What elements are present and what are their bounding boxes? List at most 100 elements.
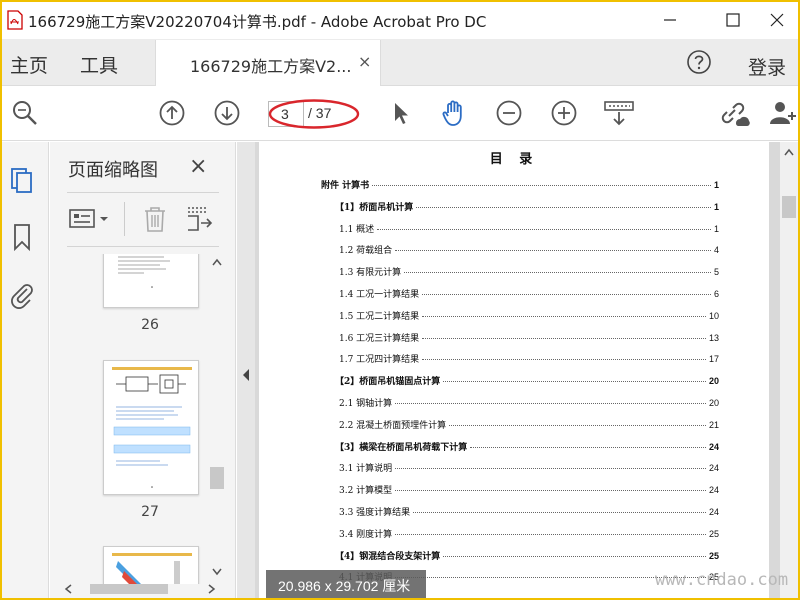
toc-leader-dots — [395, 533, 706, 535]
toc-entry-title: 2.2 混凝土桥面预埋件计算 — [339, 420, 447, 431]
page-up-icon[interactable] — [157, 98, 187, 128]
scroll-down-arrow-icon[interactable] — [212, 568, 222, 576]
page-thumbnails-icon[interactable] — [8, 164, 36, 194]
tab-tools[interactable]: 工具 — [80, 51, 118, 78]
scroll-up-arrow-icon[interactable] — [784, 148, 794, 156]
toc-entry[interactable]: 1.6 工况三计算结果 13 — [339, 331, 719, 344]
scroll-right-arrow-icon[interactable] — [208, 584, 216, 594]
toc-entry-title: 3.2 计算模型 — [339, 486, 393, 497]
toolbar: / 37 — [2, 87, 798, 141]
document-scrollbar[interactable] — [780, 142, 798, 598]
zoom-out-icon[interactable] — [494, 98, 524, 128]
page-26-preview — [118, 256, 170, 288]
toc-entry-title: 1.5 工况二计算结果 — [339, 311, 420, 322]
toc-entry[interactable]: 3.4 刚度计算 25 — [339, 527, 719, 540]
toc-entry-page: 24 — [708, 485, 719, 496]
page-27-preview — [112, 367, 192, 488]
toc-entry-title: 2.1 钢轴计算 — [339, 399, 393, 409]
scrollbar-thumb[interactable] — [210, 467, 224, 489]
thumbnails-horizontal-scrollbar[interactable] — [60, 580, 220, 596]
toc-entry[interactable]: 3.1 计算说明 24 — [339, 461, 719, 474]
thumbnails-scrollbar[interactable] — [208, 254, 226, 584]
toc-entry[interactable]: 1.2 荷载组合 4 — [339, 243, 719, 256]
toc-entry-title: 1.7 工况四计算结果 — [339, 355, 420, 366]
scroll-left-arrow-icon[interactable] — [64, 584, 72, 594]
toc-leader-dots — [416, 206, 711, 208]
toc-entry[interactable]: 1.4 工况一计算结果 6 — [339, 287, 719, 300]
page-thumbnail-28[interactable] — [103, 546, 199, 584]
scrollbar-thumb[interactable] — [782, 196, 796, 218]
pane-splitter[interactable] — [237, 142, 255, 598]
toc-entry[interactable]: 1.5 工况二计算结果 10 — [339, 309, 719, 322]
toc-entry-title: 附件 计算书 — [321, 181, 370, 191]
toc-entry-title: 3.3 强度计算结果 — [339, 508, 411, 518]
toc-entry-page: 25 — [708, 550, 719, 561]
fit-page-icon[interactable] — [602, 98, 636, 128]
toc-entry[interactable]: 【3】横梁在桥面吊机荷载下计算 24 — [335, 440, 719, 453]
toc-entry-page: 20 — [708, 376, 719, 387]
attachment-icon[interactable] — [8, 279, 36, 309]
select-arrow-icon[interactable] — [386, 98, 416, 128]
toc-entry-page: 25 — [708, 528, 719, 539]
hand-tool-icon[interactable] — [439, 98, 469, 128]
toc-leader-dots — [372, 185, 711, 186]
document-view[interactable]: 目 录 附件 计算书 1 【1】桥面吊机计算 1 1.1 概述 1 1.2 荷载组合 4 1.3… — [255, 142, 798, 598]
toc-entry-title: 【2】桥面吊机锚固点计算 — [335, 377, 441, 388]
close-icon[interactable] — [764, 8, 790, 32]
toc-entry-title: 1.3 有限元计算 — [339, 268, 402, 279]
toc-entry[interactable]: 【1】桥面吊机计算 1 — [335, 200, 719, 213]
minimize-icon[interactable] — [657, 8, 683, 32]
toc-leader-dots — [422, 359, 706, 361]
toc-entry-title: 3.4 刚度计算 — [339, 529, 393, 540]
toc-leader-dots — [443, 381, 706, 383]
current-page-input[interactable] — [268, 101, 304, 127]
tab-document[interactable]: 166729施工方案V2... × — [155, 40, 381, 86]
toc-leader-dots — [395, 490, 706, 492]
toc-entry-title: 【3】横梁在桥面吊机荷载下计算 — [335, 442, 468, 453]
toc-entry-page: 1 — [713, 180, 719, 190]
toc-entry[interactable]: 附件 计算书 1 — [321, 178, 719, 191]
toc-entry[interactable]: 【4】钢混结合段支架计算 25 — [335, 549, 719, 562]
collapse-pane-icon[interactable] — [242, 369, 250, 381]
page-thumbnail-27[interactable] — [103, 360, 199, 495]
help-icon[interactable] — [685, 48, 713, 76]
toc-entry[interactable]: 【2】桥面吊机锚固点计算 20 — [335, 374, 719, 387]
scrollbar-thumb[interactable] — [90, 584, 168, 594]
title-bar: 166729施工方案V20220704计算书.pdf - Adobe Acrob… — [2, 2, 798, 39]
divider — [67, 246, 219, 247]
toc-entry-title: 【4】钢混结合段支架计算 — [335, 551, 441, 562]
page-thumbnail-26[interactable] — [103, 254, 199, 308]
toc-entry-title: 1.1 概述 — [339, 224, 375, 235]
zoom-search-icon[interactable] — [10, 98, 40, 128]
close-tab-button[interactable]: × — [358, 52, 371, 71]
zoom-in-icon[interactable] — [549, 98, 579, 128]
toc-entry[interactable]: 3.3 强度计算结果 24 — [339, 505, 719, 518]
toc-leader-dots — [422, 294, 711, 295]
toc-entry[interactable]: 1.3 有限元计算 5 — [339, 265, 719, 278]
toc-leader-dots — [470, 446, 706, 448]
toc-entry-page: 10 — [708, 310, 719, 321]
total-pages: / 37 — [308, 105, 332, 121]
maximize-icon[interactable] — [720, 8, 746, 32]
toc-entry[interactable]: 1.1 概述 1 — [339, 222, 719, 235]
login-button[interactable]: 登录 — [748, 53, 786, 80]
toc-entry-title: 1.2 荷载组合 — [339, 246, 393, 257]
toc-entry[interactable]: 2.1 钢轴计算 20 — [339, 396, 719, 409]
extract-page-icon[interactable] — [184, 205, 216, 233]
add-user-icon[interactable] — [766, 98, 798, 128]
scroll-up-arrow-icon[interactable] — [212, 258, 222, 266]
delete-page-icon[interactable] — [139, 205, 171, 233]
acrobat-window: 166729施工方案V20220704计算书.pdf - Adobe Acrob… — [2, 2, 798, 598]
tab-home[interactable]: 主页 — [10, 51, 48, 78]
toc-entry[interactable]: 3.2 计算模型 24 — [339, 483, 719, 496]
bookmark-icon[interactable] — [8, 222, 36, 252]
close-pane-button[interactable]: × — [189, 154, 207, 179]
toc-entry[interactable]: 2.2 混凝土桥面预埋件计算 21 — [339, 418, 719, 431]
toc-entry-title: 1.4 工况一计算结果 — [339, 290, 420, 300]
toc-entry-page: 21 — [708, 419, 719, 430]
share-link-icon[interactable] — [716, 98, 750, 128]
toc-entry[interactable]: 1.7 工况四计算结果 17 — [339, 352, 719, 365]
toc-entry-page: 24 — [708, 507, 719, 517]
page-down-icon[interactable] — [212, 98, 242, 128]
thumbnail-options-icon[interactable] — [68, 205, 114, 233]
